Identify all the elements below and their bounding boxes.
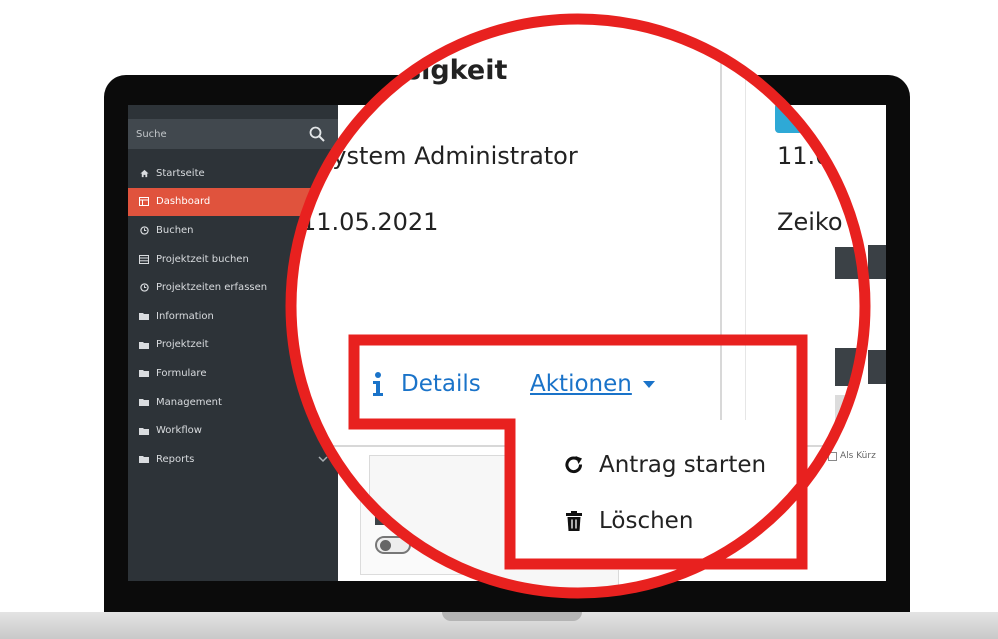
- actions-dropdown-menu: Antrag starten Löschen: [515, 420, 805, 570]
- right-card-bar: [868, 350, 886, 384]
- sidebar-item-label: Information: [156, 310, 214, 322]
- details-label: Details: [401, 371, 481, 397]
- right-text-value: Zeiko: [777, 208, 843, 236]
- folder-icon: [138, 311, 150, 321]
- menu-item-loeschen[interactable]: Löschen: [563, 508, 693, 534]
- caret-down-icon: [642, 381, 655, 388]
- redo-icon: [565, 456, 583, 474]
- folder-icon: [138, 368, 150, 378]
- magnifier-lens: sigkeit System Administrator 11.05.2021 …: [287, 15, 869, 597]
- clock-icon: [138, 283, 150, 293]
- calendar-icon: [775, 103, 803, 133]
- sidebar-item-label: Projektzeit: [156, 339, 209, 351]
- sidebar-item-label: Projektzeit buchen: [156, 253, 249, 265]
- trash-icon: [566, 511, 582, 531]
- sidebar-item-label: Management: [156, 396, 222, 408]
- date-value: 11.05.2021: [301, 208, 439, 236]
- menu-item-antrag-starten[interactable]: Antrag starten: [563, 452, 766, 478]
- sidebar-item-label: Workflow: [156, 425, 202, 437]
- info-icon: [373, 372, 383, 396]
- folder-icon: [138, 426, 150, 436]
- sidebar-item-label: Projektzeiten erfassen: [156, 282, 268, 294]
- folder-icon: [138, 340, 150, 350]
- right-card-button: [835, 395, 869, 437]
- search-input[interactable]: [136, 125, 296, 143]
- laptop-notch: [442, 612, 582, 621]
- column-divider: [745, 55, 746, 435]
- sidebar-item-label: Dashboard: [156, 196, 211, 208]
- list-icon: [138, 254, 150, 264]
- folder-icon: [138, 397, 150, 407]
- sidebar-item-label: Buchen: [156, 224, 194, 236]
- right-card-bar: [835, 247, 869, 279]
- dashboard-icon: [138, 197, 150, 207]
- page-title: sigkeit: [405, 55, 508, 86]
- home-icon: [138, 168, 150, 178]
- column-divider: [720, 15, 722, 455]
- menu-item-label: Antrag starten: [599, 452, 767, 478]
- menu-item-label: Löschen: [599, 508, 694, 534]
- frequency-badge: (jährlich): [775, 103, 869, 133]
- right-card-bar: [868, 245, 886, 279]
- right-date-value: 11.0: [777, 142, 831, 170]
- sidebar-item-label: Reports: [156, 453, 195, 465]
- details-link[interactable]: Details: [371, 371, 481, 397]
- right-card-bar: [835, 348, 869, 386]
- user-name: System Administrator: [317, 142, 578, 170]
- sidebar-item-label: Formulare: [156, 367, 207, 379]
- folder-icon: [138, 454, 150, 464]
- actions-dropdown-toggle[interactable]: Aktionen: [530, 371, 656, 397]
- sidebar-item-label: Startseite: [156, 167, 205, 179]
- clock-icon: [138, 225, 150, 235]
- badge-label: (jährlich): [801, 107, 869, 123]
- actions-label: Aktionen: [530, 371, 632, 397]
